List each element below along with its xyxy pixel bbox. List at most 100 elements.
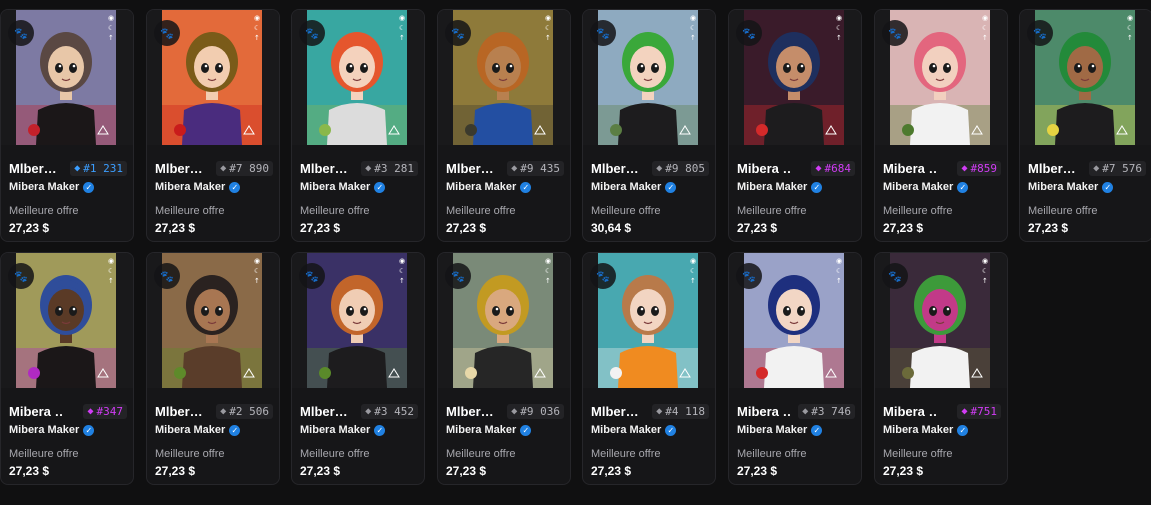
nft-image[interactable]: ◉ ☾ ↑ 🐾 [583,253,715,388]
nft-name[interactable]: Mlber… [1028,161,1076,176]
token-number: ◆ #9 036 [507,403,564,419]
collection-name[interactable]: Mibera Maker ✓ [300,181,386,193]
nft-image[interactable]: ◉ ☾ ↑ 🐾 [875,10,1007,145]
collection-name[interactable]: Mibera Maker ✓ [1028,181,1114,193]
verified-badge-icon: ✓ [520,181,532,193]
collection-name[interactable]: Mibera Maker ✓ [591,181,677,193]
nft-image[interactable]: ◉ ☾ ↑ 🐾 [438,10,570,145]
nft-name[interactable]: Mlber… [446,404,494,419]
nft-card[interactable]: ◉ ☾ ↑ 🐾 Mlber… ◆ #4 118 Mibera Maker ✓ Meilleu… [582,252,716,485]
offer-price: 27,23 $ [446,464,487,478]
token-number: ◆ #684 [811,160,855,176]
collection-label: Mibera Maker [883,424,954,436]
nft-image[interactable]: ◉ ☾ ↑ 🐾 [875,253,1007,388]
token-label: #859 [970,161,998,175]
nft-card[interactable]: ◉ ☾ ↑ 🐾 Mlber… ◆ #7 890 Mibera Maker ✓ Meilleu… [146,9,280,242]
nft-image[interactable]: ◉ ☾ ↑ 🐾 [147,10,279,145]
collection-label: Mibera Maker [1028,181,1099,193]
nft-image[interactable]: ◉ ☾ ↑ 🐾 [1,253,133,388]
nft-name[interactable]: Mlber… [9,161,57,176]
nft-card[interactable]: ◉ ☾ ↑ 🐾 Mlber… ◆ #3 281 Mibera Maker ✓ Meilleu… [291,9,425,242]
collection-name[interactable]: Mibera Maker ✓ [591,424,677,436]
token-number: ◆ #3 746 [798,403,855,419]
nft-name[interactable]: Mibera … [9,404,63,419]
nft-card[interactable]: ◉ ☾ ↑ 🐾 Mibera … ◆ #684 Mibera Maker ✓ Meilleu… [728,9,862,242]
nft-image[interactable]: ◉ ☾ ↑ 🐾 [729,253,861,388]
best-offer-label: Meilleure offre [300,205,370,217]
collection-name[interactable]: Mibera Maker ✓ [446,424,532,436]
collection-name[interactable]: Mibera Maker ✓ [446,181,532,193]
verified-badge-icon: ✓ [811,181,823,193]
collection-name[interactable]: Mibera Maker ✓ [737,424,823,436]
token-label: #9 036 [520,404,560,418]
nft-image[interactable]: ◉ ☾ ↑ 🐾 [147,253,279,388]
nft-image[interactable]: ◉ ☾ ↑ 🐾 [438,253,570,388]
collection-name[interactable]: Mibera Maker ✓ [737,181,823,193]
nft-name[interactable]: Mibera … [737,404,791,419]
nft-image[interactable]: ◉ ☾ ↑ 🐾 [583,10,715,145]
offer-price: 27,23 $ [883,464,924,478]
nft-card[interactable]: ◉ ☾ ↑ 🐾 Mlber… ◆ #1 231 Mibera Maker ✓ Meilleu… [0,9,134,242]
collection-label: Mibera Maker [737,181,808,193]
collection-label: Mibera Maker [883,181,954,193]
rarity-diamond-icon: ◆ [87,405,94,417]
collection-name[interactable]: Mibera Maker ✓ [883,181,969,193]
token-label: #9 805 [665,161,705,175]
svg-text:☾: ☾ [982,267,988,275]
nft-card[interactable]: ◉ ☾ ↑ 🐾 Mibera … ◆ #347 Mibera Maker ✓ Meilleu… [0,252,134,485]
nft-card[interactable]: ◉ ☾ ↑ 🐾 Mlber… ◆ #3 452 Mibera Maker ✓ Meilleu… [291,252,425,485]
nft-name[interactable]: Mibera … [737,161,791,176]
title-row: Mlber… ◆ #3 281 [300,159,418,177]
svg-text:◉: ◉ [836,14,842,22]
nft-card[interactable]: ◉ ☾ ↑ 🐾 Mlber… ◆ #2 506 Mibera Maker ✓ Meilleu… [146,252,280,485]
svg-text:☾: ☾ [1127,24,1133,32]
title-row: Mlber… ◆ #7 576 [1028,159,1146,177]
nft-name[interactable]: Mlber… [155,161,203,176]
nft-image[interactable]: ◉ ☾ ↑ 🐾 [1,10,133,145]
nft-name[interactable]: Mlber… [591,161,639,176]
collection-name[interactable]: Mibera Maker ✓ [9,424,95,436]
nft-card[interactable]: ◉ ☾ ↑ 🐾 Mibera … ◆ #3 746 Mibera Maker ✓ Meill… [728,252,862,485]
collection-name[interactable]: Mibera Maker ✓ [300,424,386,436]
token-number: ◆ #2 506 [216,403,273,419]
collection-name[interactable]: Mibera Maker ✓ [155,181,241,193]
nft-card[interactable]: ◉ ☾ ↑ 🐾 Mibera … ◆ #751 Mibera Maker ✓ Meilleu… [874,252,1008,485]
rarity-diamond-icon: ◆ [1093,162,1100,174]
nft-card[interactable]: ◉ ☾ ↑ 🐾 Mlber… ◆ #7 576 Mibera Maker ✓ Meilleu… [1019,9,1151,242]
best-offer-label: Meilleure offre [883,448,953,460]
nft-name[interactable]: Mibera … [883,161,937,176]
nft-image[interactable]: ◉ ☾ ↑ 🐾 [292,10,424,145]
svg-text:◉: ◉ [399,257,405,265]
best-offer-label: Meilleure offre [9,205,79,217]
paw-icon: 🐾 [1027,20,1053,46]
title-row: Mibera … ◆ #751 [883,402,1001,420]
token-number: ◆ #9 435 [507,160,564,176]
nft-name[interactable]: Mlber… [300,404,348,419]
nft-image[interactable]: ◉ ☾ ↑ 🐾 [292,253,424,388]
nft-name[interactable]: Mlber… [300,161,348,176]
nft-image[interactable]: ◉ ☾ ↑ 🐾 [729,10,861,145]
rarity-diamond-icon: ◆ [656,405,663,417]
nft-name[interactable]: Mlber… [446,161,494,176]
nft-name[interactable]: Mibera … [883,404,937,419]
nft-name[interactable]: Mlber… [155,404,203,419]
collection-name[interactable]: Mibera Maker ✓ [155,424,241,436]
svg-text:◉: ◉ [545,14,551,22]
offer-price: 27,23 $ [591,464,632,478]
svg-text:☾: ☾ [982,24,988,32]
paw-icon: 🐾 [590,20,616,46]
svg-text:☾: ☾ [399,267,405,275]
paw-icon: 🐾 [8,20,34,46]
title-row: Mibera … ◆ #684 [737,159,855,177]
collection-name[interactable]: Mibera Maker ✓ [883,424,969,436]
nft-card[interactable]: ◉ ☾ ↑ 🐾 Mlber… ◆ #9 805 Mibera Maker ✓ Meilleu… [582,9,716,242]
nft-card[interactable]: ◉ ☾ ↑ 🐾 Mlber… ◆ #9 036 Mibera Maker ✓ Meilleu… [437,252,571,485]
svg-text:◉: ◉ [982,257,988,265]
token-number: ◆ #9 805 [652,160,709,176]
collection-name[interactable]: Mibera Maker ✓ [9,181,95,193]
nft-name[interactable]: Mlber… [591,404,639,419]
nft-card[interactable]: ◉ ☾ ↑ 🐾 Mlber… ◆ #9 435 Mibera Maker ✓ Meilleu… [437,9,571,242]
nft-image[interactable]: ◉ ☾ ↑ 🐾 [1020,10,1151,145]
nft-card[interactable]: ◉ ☾ ↑ 🐾 Mibera … ◆ #859 Mibera Maker ✓ Meilleu… [874,9,1008,242]
paw-icon: 🐾 [445,263,471,289]
